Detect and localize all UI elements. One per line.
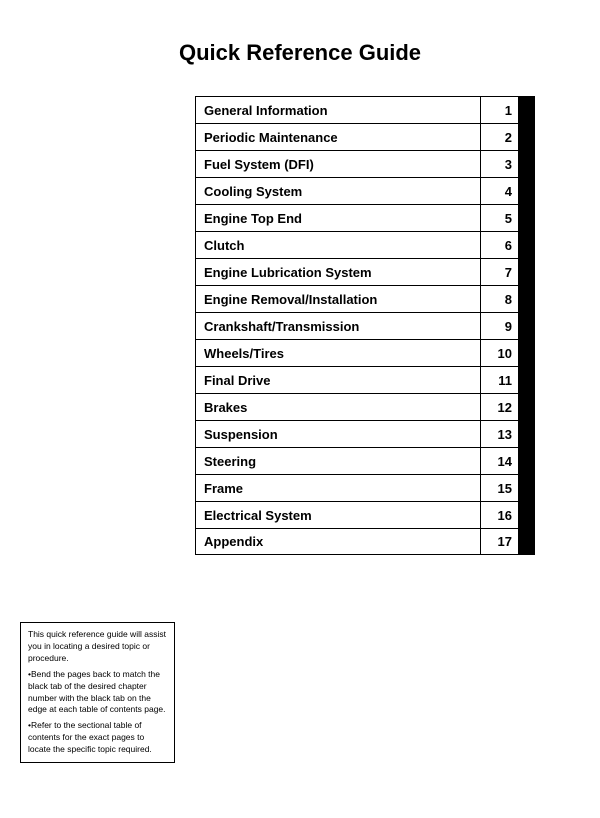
page-container: Quick Reference Guide General Informatio…: [0, 0, 600, 818]
table-row: Fuel System (DFI)3: [195, 150, 535, 177]
toc-item-number: 3: [480, 151, 518, 177]
toc-item-tab: [518, 178, 534, 204]
toc-item-number: 6: [480, 232, 518, 258]
toc-item-number: 5: [480, 205, 518, 231]
toc-item-number: 4: [480, 178, 518, 204]
toc-item-tab: [518, 529, 534, 554]
page-title: Quick Reference Guide: [20, 40, 580, 66]
toc-item-label: Appendix: [196, 529, 480, 554]
table-row: Suspension13: [195, 420, 535, 447]
toc-item-number: 13: [480, 421, 518, 447]
toc-item-tab: [518, 502, 534, 528]
toc-item-number: 10: [480, 340, 518, 366]
toc-item-tab: [518, 259, 534, 285]
toc-item-tab: [518, 340, 534, 366]
toc-item-tab: [518, 313, 534, 339]
toc-item-tab: [518, 394, 534, 420]
toc-item-label: Crankshaft/Transmission: [196, 313, 480, 339]
table-row: Periodic Maintenance2: [195, 123, 535, 150]
toc-item-number: 15: [480, 475, 518, 501]
toc-item-label: Final Drive: [196, 367, 480, 393]
toc-item-label: Brakes: [196, 394, 480, 420]
toc-item-number: 11: [480, 367, 518, 393]
toc-item-label: Engine Top End: [196, 205, 480, 231]
toc-item-label: Engine Removal/Installation: [196, 286, 480, 312]
table-row: Appendix17: [195, 528, 535, 555]
table-row: Frame15: [195, 474, 535, 501]
table-row: Brakes12: [195, 393, 535, 420]
toc-item-label: Suspension: [196, 421, 480, 447]
table-row: Clutch6: [195, 231, 535, 258]
toc-item-label: Electrical System: [196, 502, 480, 528]
toc-item-tab: [518, 421, 534, 447]
toc-item-tab: [518, 232, 534, 258]
toc-item-label: Engine Lubrication System: [196, 259, 480, 285]
note-line2: •Bend the pages back to match the black …: [28, 669, 167, 717]
toc-item-number: 12: [480, 394, 518, 420]
toc-item-tab: [518, 475, 534, 501]
table-row: Wheels/Tires10: [195, 339, 535, 366]
toc-container: General Information1Periodic Maintenance…: [195, 96, 535, 555]
table-row: Electrical System16: [195, 501, 535, 528]
toc-item-label: Clutch: [196, 232, 480, 258]
toc-item-number: 8: [480, 286, 518, 312]
toc-item-label: Frame: [196, 475, 480, 501]
table-row: Final Drive11: [195, 366, 535, 393]
toc-item-tab: [518, 124, 534, 150]
toc-item-tab: [518, 97, 534, 123]
toc-item-number: 14: [480, 448, 518, 474]
toc-item-tab: [518, 151, 534, 177]
toc-item-label: Fuel System (DFI): [196, 151, 480, 177]
toc-item-tab: [518, 448, 534, 474]
toc-item-tab: [518, 286, 534, 312]
table-row: Engine Top End5: [195, 204, 535, 231]
toc-item-number: 16: [480, 502, 518, 528]
table-row: Cooling System4: [195, 177, 535, 204]
note-box: This quick reference guide will assist y…: [20, 622, 175, 763]
toc-item-label: Cooling System: [196, 178, 480, 204]
toc-item-tab: [518, 205, 534, 231]
toc-item-number: 17: [480, 529, 518, 554]
toc-item-number: 2: [480, 124, 518, 150]
note-line3: •Refer to the sectional table of content…: [28, 720, 167, 756]
toc-item-label: Wheels/Tires: [196, 340, 480, 366]
table-row: Crankshaft/Transmission9: [195, 312, 535, 339]
table-row: Engine Removal/Installation8: [195, 285, 535, 312]
toc-item-number: 7: [480, 259, 518, 285]
table-row: Steering14: [195, 447, 535, 474]
table-row: Engine Lubrication System7: [195, 258, 535, 285]
toc-item-label: Periodic Maintenance: [196, 124, 480, 150]
toc-item-number: 9: [480, 313, 518, 339]
toc-item-label: General Information: [196, 97, 480, 123]
table-row: General Information1: [195, 96, 535, 123]
toc-item-number: 1: [480, 97, 518, 123]
toc-item-tab: [518, 367, 534, 393]
note-line1: This quick reference guide will assist y…: [28, 629, 167, 665]
toc-item-label: Steering: [196, 448, 480, 474]
